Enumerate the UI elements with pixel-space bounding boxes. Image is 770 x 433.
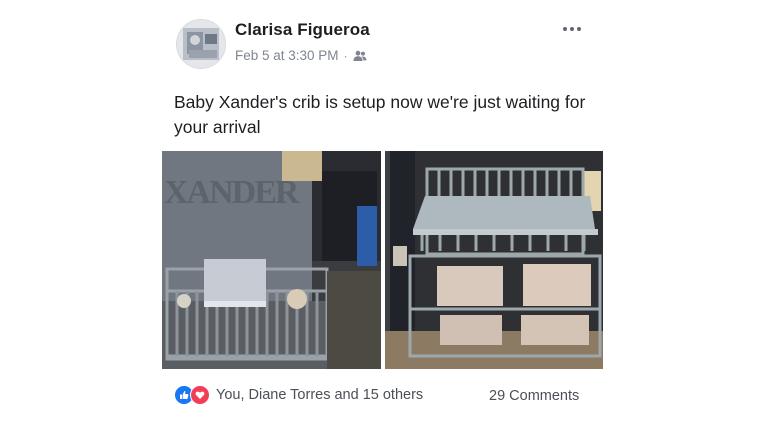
post-photo-changing-table[interactable] xyxy=(385,151,603,369)
post-photo-crib[interactable]: XANDER xyxy=(162,151,381,369)
dot-icon xyxy=(570,27,574,31)
more-options-button[interactable] xyxy=(558,20,586,38)
meta-separator: · xyxy=(343,48,348,63)
post-timestamp[interactable]: Feb 5 at 3:30 PM xyxy=(235,48,339,63)
author-name[interactable]: Clarisa Figueroa xyxy=(235,20,370,40)
reactions-text: You, Diane Torres and 15 others xyxy=(216,387,424,403)
dot-icon xyxy=(563,27,567,31)
comments-count-link[interactable]: 29 Comments xyxy=(489,388,579,404)
friends-icon[interactable] xyxy=(353,50,367,62)
post-text: Baby Xander's crib is setup now we're ju… xyxy=(174,92,586,137)
love-icon xyxy=(190,385,210,405)
post-meta: Feb 5 at 3:30 PM · xyxy=(235,48,367,63)
wall-letters: XANDER xyxy=(164,174,300,211)
reactions-summary[interactable]: You, Diane Torres and 15 others xyxy=(174,385,423,405)
author-avatar[interactable] xyxy=(176,19,226,69)
reaction-icons xyxy=(174,385,210,405)
dot-icon xyxy=(577,27,581,31)
facebook-post: Clarisa Figueroa Feb 5 at 3:30 PM · Baby… xyxy=(0,0,770,433)
